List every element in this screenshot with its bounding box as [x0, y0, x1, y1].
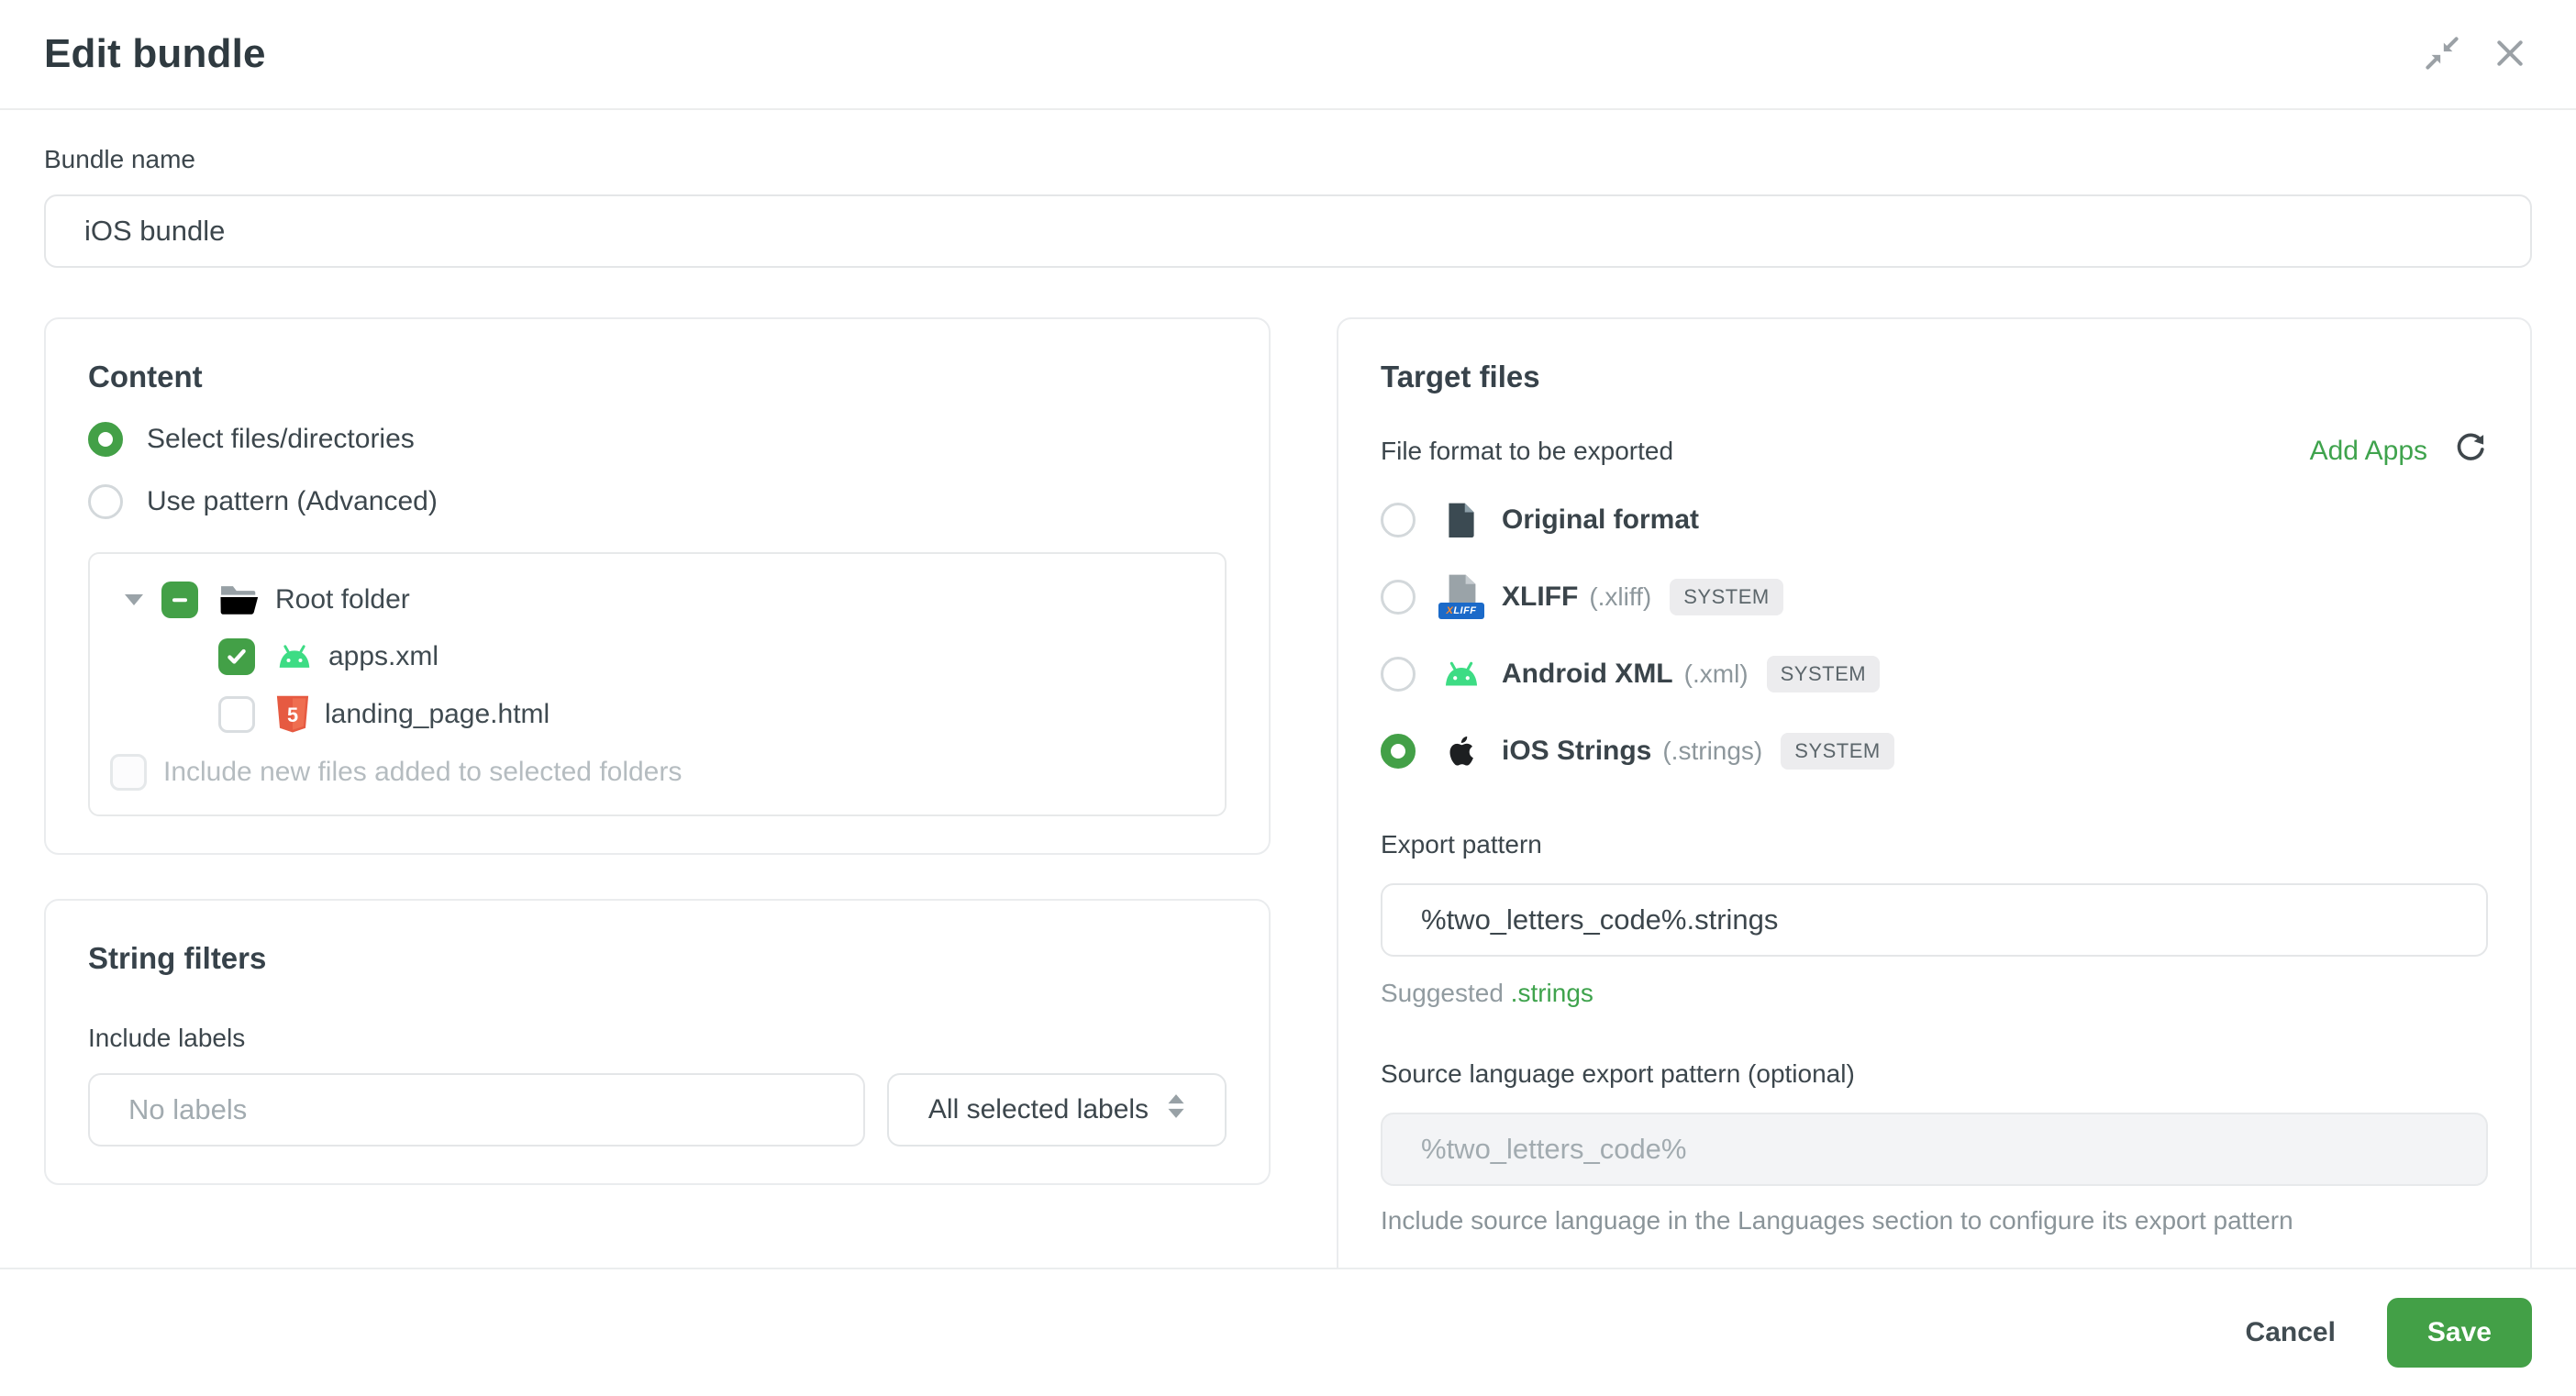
- page-title: Edit bundle: [44, 31, 266, 77]
- file-label: landing_page.html: [325, 699, 550, 730]
- folder-icon: [218, 582, 261, 617]
- android-icon: [1438, 660, 1485, 688]
- root-folder-checkbox[interactable]: [161, 582, 198, 618]
- target-files-title: Target files: [1381, 360, 2488, 394]
- collapse-icon: [2422, 33, 2462, 76]
- landing-page-checkbox[interactable]: [218, 696, 255, 733]
- header-actions: [2420, 32, 2532, 76]
- string-filters-panel: String filters Include labels All select…: [44, 899, 1271, 1185]
- file-icon: [1438, 501, 1485, 539]
- right-column: Target files File format to be exported …: [1337, 317, 2532, 1268]
- source-pattern-help: Include source language in the Languages…: [1381, 1206, 2488, 1235]
- android-icon: [275, 644, 314, 670]
- bundle-name-input[interactable]: [44, 194, 2532, 268]
- labels-input[interactable]: [88, 1073, 865, 1147]
- format-name: Original format: [1502, 504, 1699, 536]
- sort-arrows-icon: [1167, 1094, 1185, 1125]
- export-pattern-label: Export pattern: [1381, 830, 2488, 859]
- format-row-original[interactable]: Original format: [1381, 493, 2488, 548]
- format-row-android-xml[interactable]: Android XML (.xml) SYSTEM: [1381, 647, 2488, 702]
- include-labels-label: Include labels: [88, 1024, 1227, 1053]
- file-format-label: File format to be exported: [1381, 437, 1673, 466]
- content-title: Content: [88, 360, 1227, 394]
- format-original-radio[interactable]: [1381, 503, 1416, 537]
- format-ext: (.xml): [1684, 659, 1749, 689]
- modal-body: Bundle name Content Select files/directo…: [0, 110, 2576, 1268]
- format-name: Android XML: [1502, 659, 1673, 690]
- format-name: iOS Strings: [1502, 736, 1651, 767]
- target-files-panel: Target files File format to be exported …: [1337, 317, 2532, 1268]
- file-tree: Root folder: [88, 552, 1227, 816]
- suggested-strings-link[interactable]: .strings: [1511, 979, 1593, 1007]
- labels-mode-value: All selected labels: [928, 1094, 1149, 1125]
- tree-row-file[interactable]: 5 landing_page.html: [108, 695, 1203, 734]
- modal-header: Edit bundle: [0, 0, 2576, 110]
- close-icon: [2492, 35, 2528, 74]
- include-labels-row: All selected labels: [88, 1073, 1227, 1147]
- string-filters-title: String filters: [88, 941, 1227, 976]
- bundle-name-section: Bundle name: [44, 145, 2532, 268]
- tree-row-file[interactable]: apps.xml: [108, 638, 1203, 675]
- columns: Content Select files/directories Use pat…: [44, 317, 2532, 1268]
- include-new-files-row[interactable]: Include new files added to selected fold…: [108, 754, 1203, 791]
- labels-mode-select[interactable]: All selected labels: [887, 1073, 1227, 1147]
- close-button[interactable]: [2488, 32, 2532, 76]
- modal-footer: Cancel Save: [0, 1268, 2576, 1396]
- format-ext: (.strings): [1662, 737, 1762, 766]
- format-android-radio[interactable]: [1381, 657, 1416, 692]
- include-new-files-label: Include new files added to selected fold…: [163, 757, 682, 788]
- format-ios-radio[interactable]: [1381, 734, 1416, 769]
- format-name: XLIFF: [1502, 582, 1578, 613]
- export-pattern-input[interactable]: [1381, 883, 2488, 957]
- radio-use-pattern[interactable]: Use pattern (Advanced): [88, 484, 1227, 519]
- cancel-button[interactable]: Cancel: [2246, 1317, 2336, 1348]
- suggested-prefix: Suggested: [1381, 979, 1504, 1007]
- bundle-name-label: Bundle name: [44, 145, 195, 173]
- apple-icon: [1438, 734, 1485, 769]
- format-row-ios-strings[interactable]: iOS Strings (.strings) SYSTEM: [1381, 724, 2488, 779]
- root-folder-label: Root folder: [275, 584, 410, 615]
- format-list: Original format XLIFF: [1381, 493, 2488, 779]
- add-apps-link[interactable]: Add Apps: [2310, 436, 2427, 467]
- chevron-down-icon[interactable]: [125, 594, 143, 605]
- content-radio-group: Select files/directories Use pattern (Ad…: [88, 422, 1227, 519]
- radio-select-files-control[interactable]: [88, 422, 123, 457]
- format-xliff-radio[interactable]: [1381, 580, 1416, 615]
- source-pattern-label: Source language export pattern (optional…: [1381, 1059, 2488, 1089]
- source-pattern-input: [1381, 1113, 2488, 1186]
- refresh-icon[interactable]: [2453, 431, 2488, 471]
- radio-select-files[interactable]: Select files/directories: [88, 422, 1227, 457]
- apps-xml-checkbox[interactable]: [218, 638, 255, 675]
- suggested-line: Suggested .strings: [1381, 979, 2488, 1008]
- file-label: apps.xml: [328, 641, 439, 672]
- xliff-icon: XLIFF: [1438, 573, 1485, 621]
- left-column: Content Select files/directories Use pat…: [44, 317, 1271, 1185]
- html5-icon: 5: [275, 695, 310, 734]
- tree-row-root[interactable]: Root folder: [108, 582, 1203, 618]
- system-badge: SYSTEM: [1781, 733, 1893, 770]
- include-new-files-checkbox[interactable]: [110, 754, 147, 791]
- radio-select-files-label: Select files/directories: [147, 424, 415, 455]
- format-header: File format to be exported Add Apps: [1381, 431, 2488, 471]
- collapse-button[interactable]: [2420, 32, 2464, 76]
- system-badge: SYSTEM: [1767, 656, 1880, 692]
- format-ext: (.xliff): [1589, 582, 1651, 612]
- format-row-xliff[interactable]: XLIFF XLIFF (.xliff) SYSTEM: [1381, 570, 2488, 625]
- radio-use-pattern-label: Use pattern (Advanced): [147, 486, 438, 517]
- radio-use-pattern-control[interactable]: [88, 484, 123, 519]
- system-badge: SYSTEM: [1670, 579, 1782, 615]
- content-panel: Content Select files/directories Use pat…: [44, 317, 1271, 855]
- save-button[interactable]: Save: [2387, 1298, 2532, 1368]
- svg-text:5: 5: [287, 704, 298, 726]
